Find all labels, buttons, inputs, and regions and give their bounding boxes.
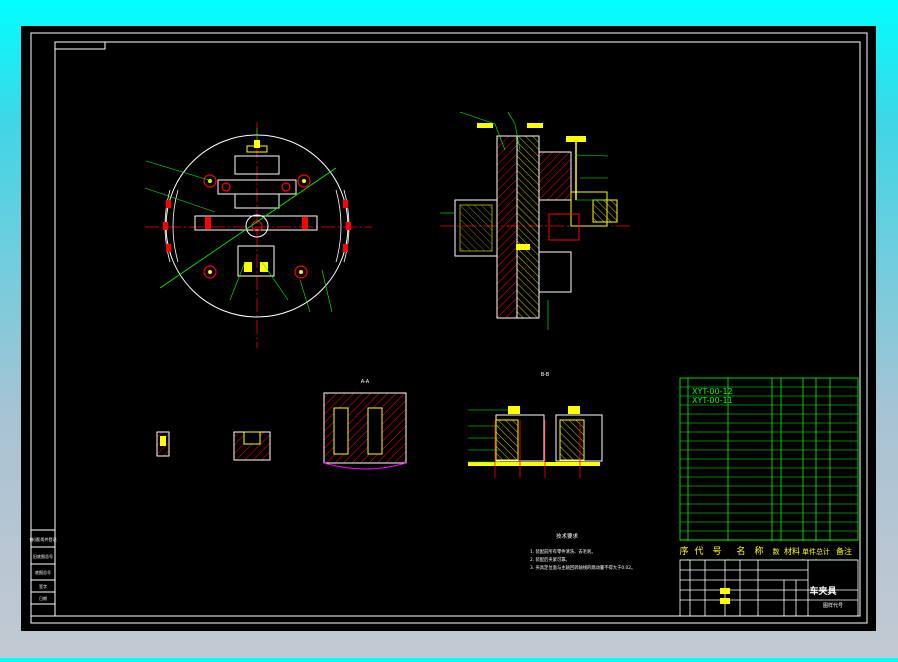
drawing-title: 车夹具 (809, 585, 836, 597)
stamp-cell-2: 底图总号 (35, 569, 51, 575)
stamp-cell-0: 借(通)用件登记 (29, 536, 56, 542)
drawing-number-label: 图样代号 (823, 602, 843, 609)
header-remark: 备注 (836, 546, 852, 556)
part-tag-1 (477, 123, 493, 128)
parts-row-code: XYT-00-11 (692, 396, 733, 405)
stamp-cell-4: 日期 (39, 595, 47, 601)
header-code: 代 号 (694, 546, 721, 557)
parts-list-header: 序 代 号 名 称 数 材料 单件 总计 备注 (679, 541, 858, 559)
stamp-cell-1: 旧底图总号 (33, 553, 53, 559)
header-qty: 数 (773, 547, 780, 556)
stamp-cell-3: 签字 (39, 583, 47, 589)
header-total: 总计 (816, 547, 830, 556)
header-seq: 序 (679, 545, 688, 557)
detail-view-1 (156, 431, 170, 457)
tech-requirement-3: 3. 夹具定位面与主轴回转轴线的跳动量不得大于0.02。 (530, 564, 635, 571)
header-material: 材料 (784, 546, 800, 556)
section-b-label: B-B (541, 372, 550, 378)
tech-requirement-1: 1. 装配前所有零件清洗、去毛刺。 (530, 548, 596, 555)
base-plate (496, 135, 518, 319)
section-a-view: A-A (323, 379, 407, 470)
parts-row-code: XYT-00-12 (692, 387, 733, 396)
detail-view-2 (233, 431, 271, 461)
tech-requirement-2: 2. 装配后夹紧可靠。 (530, 556, 570, 563)
part-tag-2 (527, 123, 543, 128)
signature-mark-2 (720, 598, 730, 604)
drawing-canvas: 借(通)用件登记 旧底图总号 底图总号 签字 日期 A-A B-B 技术要求 1… (21, 26, 876, 631)
section-a-label: A-A (361, 379, 370, 385)
cad-viewport: 借(通)用件登记 旧底图总号 底图总号 签字 日期 A-A B-B 技术要求 1… (0, 0, 898, 658)
tech-requirements-title: 技术要求 (556, 532, 579, 540)
signature-mark-1 (720, 588, 730, 594)
header-unit: 单件 (802, 547, 816, 556)
header-name: 名 称 (736, 545, 763, 557)
